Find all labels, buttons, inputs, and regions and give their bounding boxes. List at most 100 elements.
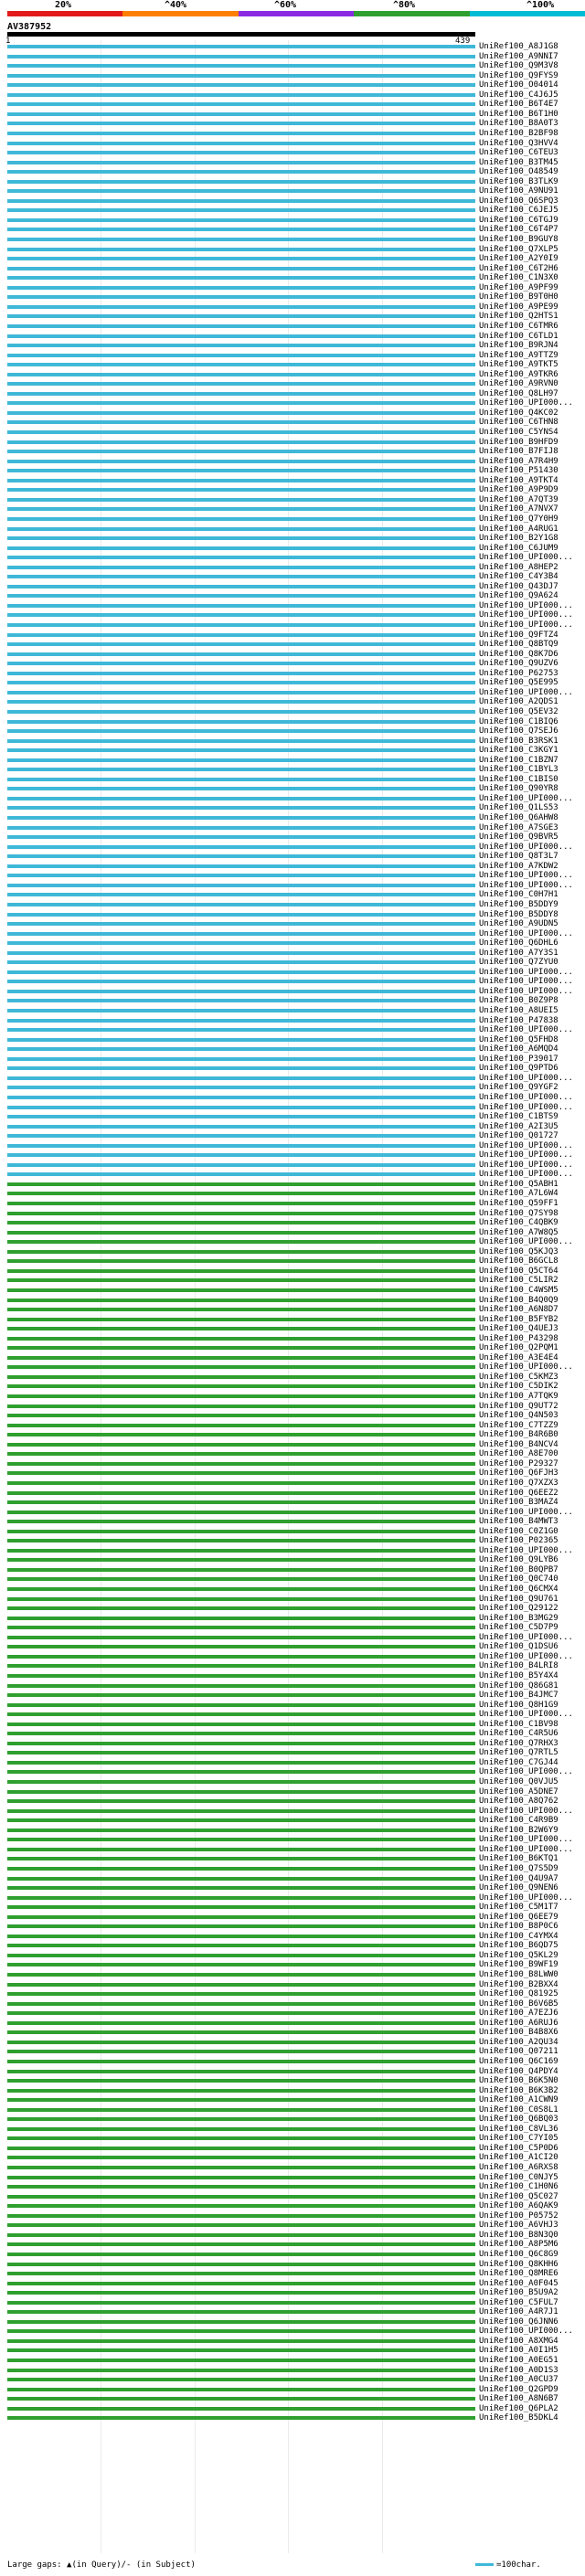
hit-label[interactable]: UniRef100_Q5KJQ3 — [479, 1247, 558, 1256]
hit-alignment-bar[interactable] — [7, 690, 475, 694]
hit-row[interactable]: UniRef100_Q9NEN6 — [0, 1883, 585, 1892]
hit-row[interactable]: UniRef100_UPI000... — [0, 843, 585, 852]
hit-alignment-bar[interactable] — [7, 1268, 475, 1273]
hit-row[interactable]: UniRef100_C5YNS4 — [0, 428, 585, 437]
hit-label[interactable]: UniRef100_Q7SY98 — [479, 1209, 558, 1218]
hit-row[interactable]: UniRef100_B9GUY8 — [0, 235, 585, 244]
hit-alignment-bar[interactable] — [7, 440, 475, 444]
hit-label[interactable]: UniRef100_C0H7H1 — [479, 890, 558, 899]
hit-alignment-bar[interactable] — [7, 2020, 475, 2025]
hit-label[interactable]: UniRef100_C1BV98 — [479, 1720, 558, 1729]
hit-row[interactable]: UniRef100_B4MWT3 — [0, 1517, 585, 1526]
hit-row[interactable]: UniRef100_UPI000... — [0, 398, 585, 408]
hit-alignment-bar[interactable] — [7, 594, 475, 599]
hit-row[interactable]: UniRef100_Q9A624 — [0, 591, 585, 600]
hit-row[interactable]: UniRef100_A7R4H9 — [0, 457, 585, 466]
hit-alignment-bar[interactable] — [7, 2387, 475, 2391]
hit-row[interactable]: UniRef100_Q5EV32 — [0, 707, 585, 716]
hit-label[interactable]: UniRef100_C6JEJ5 — [479, 206, 558, 215]
hit-label[interactable]: UniRef100_P51430 — [479, 466, 558, 475]
hit-alignment-bar[interactable] — [7, 73, 475, 78]
hit-alignment-bar[interactable] — [7, 1866, 475, 1871]
hit-label[interactable]: UniRef100_UPI000... — [479, 1025, 573, 1034]
hit-alignment-bar[interactable] — [7, 1105, 475, 1109]
hit-row[interactable]: UniRef100_Q29122 — [0, 1604, 585, 1613]
hit-alignment-bar[interactable] — [7, 1548, 475, 1553]
hit-alignment-bar[interactable] — [7, 662, 475, 666]
hit-row[interactable]: UniRef100_B3RSK1 — [0, 737, 585, 746]
hit-row[interactable]: UniRef100_A7Y3S1 — [0, 949, 585, 958]
hit-alignment-bar[interactable] — [7, 344, 475, 348]
hit-label[interactable]: UniRef100_C6T4P7 — [479, 225, 558, 234]
hit-label[interactable]: UniRef100_P05752 — [479, 2211, 558, 2221]
hit-row[interactable]: UniRef100_B4JMC7 — [0, 1691, 585, 1700]
hit-alignment-bar[interactable] — [7, 999, 475, 1003]
hit-alignment-bar[interactable] — [7, 1278, 475, 1283]
hit-row[interactable]: UniRef100_A8N6B7 — [0, 2394, 585, 2403]
hit-label[interactable]: UniRef100_C4WSM5 — [479, 1286, 558, 1295]
hit-label[interactable]: UniRef100_Q7S5D9 — [479, 1864, 558, 1873]
hit-alignment-bar[interactable] — [7, 1384, 475, 1389]
hit-row[interactable]: UniRef100_Q43DJ7 — [0, 582, 585, 591]
hit-row[interactable]: UniRef100_Q7Y0H9 — [0, 514, 585, 524]
hit-label[interactable]: UniRef100_Q9FYS9 — [479, 71, 558, 80]
hit-alignment-bar[interactable] — [7, 902, 475, 906]
hit-alignment-bar[interactable] — [7, 1153, 475, 1158]
hit-row[interactable]: UniRef100_A9TKT5 — [0, 360, 585, 369]
hit-alignment-bar[interactable] — [7, 2117, 475, 2122]
hit-row[interactable]: UniRef100_Q7XLP5 — [0, 245, 585, 254]
hit-label[interactable]: UniRef100_UPI000... — [479, 1710, 573, 1719]
hit-label[interactable]: UniRef100_C1BIS0 — [479, 775, 558, 784]
hit-row[interactable]: UniRef100_UPI000... — [0, 1170, 585, 1179]
hit-label[interactable]: UniRef100_A7Y3S1 — [479, 949, 558, 958]
hit-row[interactable]: UniRef100_UPI000... — [0, 1845, 585, 1854]
hit-label[interactable]: UniRef100_A8XMG4 — [479, 2337, 558, 2346]
hit-alignment-bar[interactable] — [7, 556, 475, 560]
hit-alignment-bar[interactable] — [7, 488, 475, 493]
hit-label[interactable]: UniRef100_A2I3U5 — [479, 1122, 558, 1131]
hit-alignment-bar[interactable] — [7, 323, 475, 328]
hit-label[interactable]: UniRef100_A6MQD4 — [479, 1044, 558, 1054]
hit-row[interactable]: UniRef100_Q9UZV6 — [0, 659, 585, 668]
hit-row[interactable]: UniRef100_A3E4E4 — [0, 1353, 585, 1362]
hit-row[interactable]: UniRef100_A7NVX7 — [0, 504, 585, 514]
hit-label[interactable]: UniRef100_Q6FJH3 — [479, 1468, 558, 1478]
hit-row[interactable]: UniRef100_Q9U761 — [0, 1595, 585, 1604]
hit-alignment-bar[interactable] — [7, 1240, 475, 1245]
hit-row[interactable]: UniRef100_UPI000... — [0, 1362, 585, 1372]
hit-label[interactable]: UniRef100_UPI000... — [479, 1161, 573, 1170]
hit-row[interactable]: UniRef100_B8A0T3 — [0, 119, 585, 128]
hit-row[interactable]: UniRef100_UPI000... — [0, 1710, 585, 1719]
hit-label[interactable]: UniRef100_A0F045 — [479, 2279, 558, 2288]
hit-row[interactable]: UniRef100_UPI000... — [0, 1546, 585, 1555]
hit-label[interactable]: UniRef100_Q0VJU5 — [479, 1777, 558, 1786]
hit-label[interactable]: UniRef100_Q7XZX3 — [479, 1479, 558, 1488]
hit-label[interactable]: UniRef100_Q6AHW8 — [479, 813, 558, 822]
hit-alignment-bar[interactable] — [7, 2204, 475, 2209]
hit-label[interactable]: UniRef100_Q5EV32 — [479, 707, 558, 716]
hit-row[interactable]: UniRef100_B4NCV4 — [0, 1440, 585, 1449]
hit-alignment-bar[interactable] — [7, 950, 475, 955]
hit-label[interactable]: UniRef100_A9TKT5 — [479, 360, 558, 369]
hit-alignment-bar[interactable] — [7, 1587, 475, 1591]
hit-row[interactable]: UniRef100_C6TEU3 — [0, 148, 585, 157]
hit-row[interactable]: UniRef100_A6VHJ3 — [0, 2221, 585, 2230]
hit-row[interactable]: UniRef100_C5D7P9 — [0, 1623, 585, 1632]
hit-label[interactable]: UniRef100_Q5KL29 — [479, 1951, 558, 1960]
hit-label[interactable]: UniRef100_Q59FF1 — [479, 1199, 558, 1208]
hit-label[interactable]: UniRef100_Q2PQM1 — [479, 1343, 558, 1352]
hit-label[interactable]: UniRef100_C5YNS4 — [479, 428, 558, 437]
hit-alignment-bar[interactable] — [7, 401, 475, 406]
hit-row[interactable]: UniRef100_A4RUG1 — [0, 525, 585, 534]
hit-alignment-bar[interactable] — [7, 54, 475, 58]
hit-alignment-bar[interactable] — [7, 893, 475, 897]
hit-label[interactable]: UniRef100_C5KMZ3 — [479, 1373, 558, 1382]
hit-label[interactable]: UniRef100_B4LRI8 — [479, 1661, 558, 1670]
hit-label[interactable]: UniRef100_C6TEU3 — [479, 148, 558, 157]
hit-row[interactable]: UniRef100_C0Z1G0 — [0, 1527, 585, 1536]
hit-label[interactable]: UniRef100_Q8KHH6 — [479, 2260, 558, 2269]
hit-row[interactable]: UniRef100_C0H7H1 — [0, 890, 585, 899]
hit-label[interactable]: UniRef100_C5D7P9 — [479, 1623, 558, 1632]
hit-label[interactable]: UniRef100_A3E4E4 — [479, 1353, 558, 1362]
hit-row[interactable]: UniRef100_A9TKR6 — [0, 370, 585, 379]
